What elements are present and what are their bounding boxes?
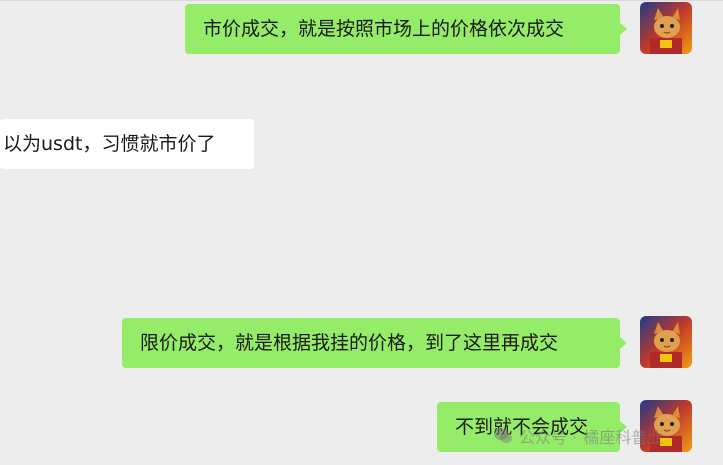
chat-bubble-self[interactable]: 限价成交，就是根据我挂的价格，到了这里再成交 (122, 318, 627, 368)
user-avatar[interactable] (640, 400, 692, 452)
chat-bubble-other[interactable]: 以为usdt，习惯就市价了 (0, 119, 254, 169)
chat-bubble-self[interactable]: 不到就不会成交 (437, 402, 627, 452)
cat-avatar-icon (640, 400, 692, 452)
user-avatar[interactable] (640, 316, 692, 368)
cat-avatar-icon (640, 316, 692, 368)
cat-avatar-icon (640, 2, 692, 54)
chat-bubble-self[interactable]: 市价成交，就是按照市场上的价格依次成交 (185, 4, 627, 54)
top-divider (0, 0, 723, 1)
user-avatar[interactable] (640, 2, 692, 54)
